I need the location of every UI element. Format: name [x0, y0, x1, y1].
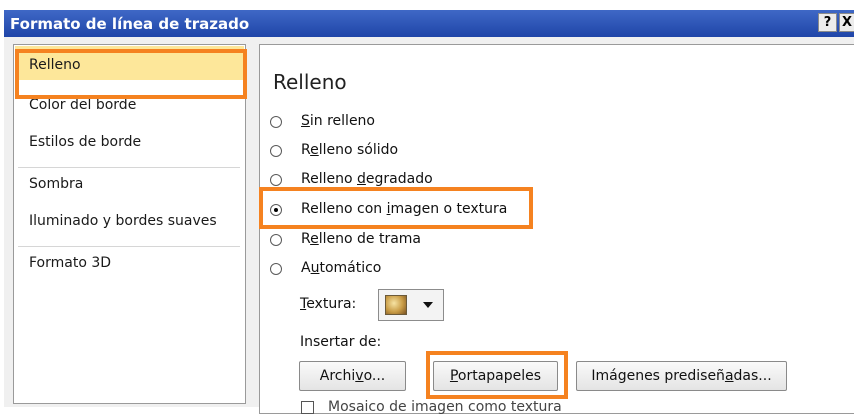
radio-button[interactable] — [270, 174, 282, 186]
chevron-down-icon — [423, 302, 433, 308]
panel-heading: Relleno — [273, 70, 347, 94]
tile-texture-label: Mosaico de imagen como textura — [328, 399, 562, 415]
radio-button[interactable] — [270, 234, 282, 246]
texture-swatch-icon — [385, 295, 407, 315]
radio-label: Sin relleno — [301, 113, 375, 129]
texture-label: Textura: — [300, 296, 357, 312]
help-button[interactable]: ? — [818, 13, 837, 32]
sidebar-item-border-color[interactable]: Color del borde — [29, 97, 136, 113]
clip-art-button[interactable]: Imágenes prediseñadas... — [576, 361, 787, 391]
sidebar-item-shadow[interactable]: Sombra — [29, 176, 83, 192]
category-list: Relleno Color del borde Estilos de borde… — [13, 44, 246, 404]
radio-label: Relleno de trama — [301, 231, 422, 247]
radio-label: Relleno degradado — [301, 171, 433, 187]
radio-button[interactable] — [270, 263, 282, 275]
radio-label: Relleno con imagen o textura — [301, 201, 508, 217]
texture-dropdown[interactable] — [378, 289, 444, 321]
sidebar-item-border-styles[interactable]: Estilos de borde — [29, 134, 141, 150]
radio-button[interactable] — [270, 145, 282, 157]
sidebar-item-fill[interactable]: Relleno — [29, 57, 81, 73]
insert-from-label: Insertar de: — [300, 334, 382, 350]
radio-label: Automático — [301, 260, 382, 276]
divider — [18, 167, 240, 168]
options-panel — [259, 44, 854, 414]
divider — [18, 246, 240, 247]
radio-button[interactable] — [270, 116, 282, 128]
tile-texture-checkbox[interactable] — [301, 401, 314, 414]
file-button[interactable]: Archivo... — [299, 361, 406, 391]
radio-button-selected[interactable] — [270, 204, 282, 216]
radio-label: Relleno sólido — [301, 142, 399, 158]
close-button[interactable]: X — [839, 13, 854, 32]
sidebar-item-glow-soft-edges[interactable]: Iluminado y bordes suaves — [29, 213, 217, 229]
clipboard-button[interactable]: Portapapeles — [433, 361, 558, 391]
sidebar-item-3d-format[interactable]: Formato 3D — [29, 255, 111, 271]
title-bar: Formato de línea de trazado ? X — [4, 10, 854, 37]
dialog-title: Formato de línea de trazado — [10, 15, 250, 33]
